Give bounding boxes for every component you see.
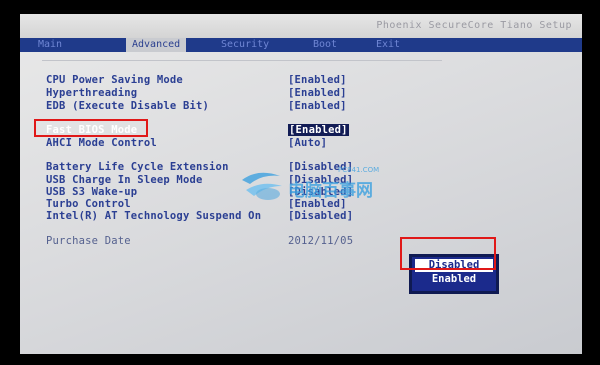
watermark-logo-icon: [242, 172, 282, 200]
setting-label-cpu-power-saving[interactable]: CPU Power Saving Mode: [46, 74, 183, 86]
purchase-date-label: Purchase Date: [46, 235, 131, 247]
annotation-box-fast-bios-mode: [34, 119, 148, 137]
setting-label-hyperthreading[interactable]: Hyperthreading: [46, 87, 137, 99]
vendor-text: Phoenix SecureCore Tiano Setup: [376, 20, 572, 31]
title-strip: Phoenix SecureCore Tiano Setup: [20, 14, 582, 38]
tab-main[interactable]: Main: [32, 38, 68, 52]
watermark-domain: PC841.COM: [338, 166, 380, 174]
divider: [42, 60, 442, 61]
setting-label-usb-charge-sleep[interactable]: USB Charge In Sleep Mode: [46, 174, 203, 186]
setting-label-usb-s3-wakeup[interactable]: USB S3 Wake-up: [46, 186, 137, 198]
setting-value-intel-at-suspend[interactable]: [Disabled]: [288, 210, 353, 222]
purchase-date-value: 2012/11/05: [288, 235, 354, 247]
setting-value-edb[interactable]: [Enabled]: [288, 100, 347, 112]
setting-label-battery-life-cycle[interactable]: Battery Life Cycle Extension: [46, 161, 229, 173]
setting-label-edb[interactable]: EDB (Execute Disable Bit): [46, 100, 209, 112]
popup-option-enabled[interactable]: Enabled: [415, 273, 493, 286]
bios-screen: Phoenix SecureCore Tiano Setup Main Adva…: [20, 14, 582, 354]
setting-label-turbo-control[interactable]: Turbo Control: [46, 198, 131, 210]
watermark-text: 电脑百事网: [288, 181, 373, 201]
setting-value-ahci-mode[interactable]: [Auto]: [288, 137, 327, 149]
tab-advanced[interactable]: Advanced: [126, 38, 187, 52]
setting-value-cpu-power-saving[interactable]: [Enabled]: [288, 74, 347, 86]
tab-bar: Main Advanced Security Boot Exit: [20, 38, 582, 52]
tab-boot[interactable]: Boot: [307, 38, 343, 52]
tab-security[interactable]: Security: [215, 38, 275, 52]
watermark: PC841.COM 电脑百事网: [238, 166, 418, 206]
setting-value-hyperthreading[interactable]: [Enabled]: [288, 87, 347, 99]
annotation-box-disabled-option: [400, 237, 496, 270]
setting-label-ahci-mode[interactable]: AHCI Mode Control: [46, 137, 157, 149]
setting-value-fast-bios-mode[interactable]: [Enabled]: [288, 124, 349, 136]
setting-label-intel-at-suspend[interactable]: Intel(R) AT Technology Suspend On: [46, 210, 261, 222]
tab-exit[interactable]: Exit: [370, 38, 406, 52]
